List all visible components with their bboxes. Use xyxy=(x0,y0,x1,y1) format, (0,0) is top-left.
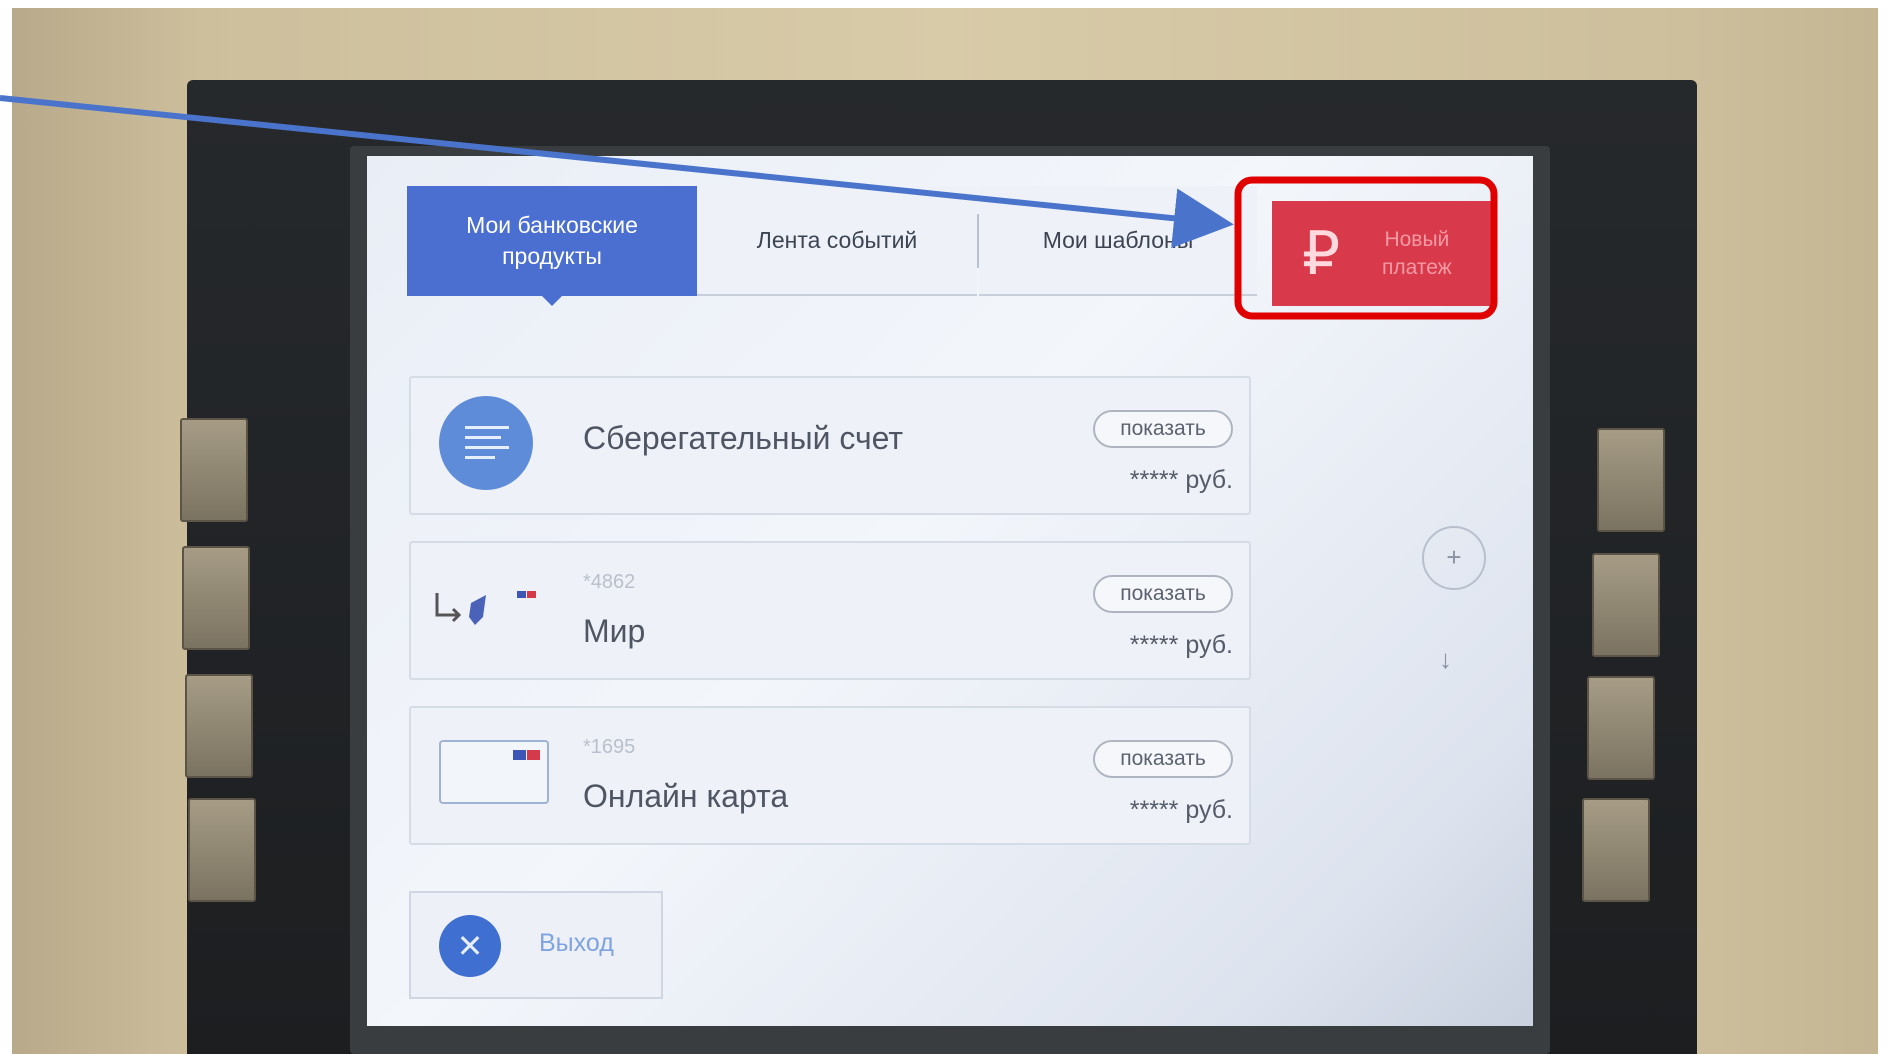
product-amount: ***** руб. xyxy=(1129,631,1233,659)
tab-label: Лента событий xyxy=(756,226,918,253)
new-payment-button[interactable]: ₽ Новый платеж xyxy=(1272,201,1497,306)
atm-side-button-right-4[interactable] xyxy=(1582,798,1650,902)
atm-side-button-right-3[interactable] xyxy=(1587,676,1655,780)
product-card-savings[interactable]: Сберегательный счет показать ***** руб. xyxy=(409,376,1251,515)
atm-side-button-left-1[interactable] xyxy=(180,418,248,522)
show-balance-button[interactable]: показать xyxy=(1093,575,1233,613)
savings-account-icon xyxy=(439,396,533,490)
tab-event-feed[interactable]: Лента событий xyxy=(697,186,977,296)
exit-label: Выход xyxy=(539,929,614,957)
product-name: Сберегательный счет xyxy=(583,420,904,456)
show-balance-button[interactable]: показать xyxy=(1093,410,1233,448)
tab-label-line2: продукты xyxy=(502,243,602,269)
atm-side-button-right-1[interactable] xyxy=(1597,428,1665,532)
product-name: Онлайн карта xyxy=(583,778,789,814)
scroll-down-icon[interactable]: ↓ xyxy=(1439,644,1452,675)
product-card-mir[interactable]: *4862 Мир показать ***** руб. xyxy=(409,541,1251,680)
product-amount: ***** руб. xyxy=(1129,466,1233,494)
tab-my-templates[interactable]: Мои шаблоны xyxy=(979,186,1257,296)
atm-side-button-left-2[interactable] xyxy=(182,546,250,650)
masked-card-number: *4862 xyxy=(583,571,636,593)
mir-card-icon xyxy=(435,591,536,625)
atm-side-button-left-3[interactable] xyxy=(185,674,253,778)
product-amount: ***** руб. xyxy=(1129,796,1233,824)
exit-button[interactable]: ✕ Выход xyxy=(409,891,663,999)
atm-side-button-left-4[interactable] xyxy=(188,798,256,902)
close-icon: ✕ xyxy=(439,915,501,977)
masked-card-number: *1695 xyxy=(583,736,636,758)
tab-label: Мои шаблоны xyxy=(1042,226,1194,253)
atm-photo: Мои банковские продукты Лента событий Мо… xyxy=(12,8,1878,1054)
atm-screen: Мои банковские продукты Лента событий Мо… xyxy=(367,156,1533,1026)
online-card-icon xyxy=(439,740,549,804)
new-payment-label-line1: Новый xyxy=(1384,227,1450,251)
product-card-online[interactable]: *1695 Онлайн карта показать ***** руб. xyxy=(409,706,1251,845)
tab-my-bank-products[interactable]: Мои банковские продукты xyxy=(407,186,697,306)
ruble-icon: ₽ xyxy=(1302,219,1341,287)
tab-bar: Мои банковские продукты Лента событий Мо… xyxy=(407,186,1257,306)
new-payment-label-line2: платеж xyxy=(1382,255,1452,279)
atm-side-button-right-2[interactable] xyxy=(1592,553,1660,657)
tab-label-line1: Мои банковские xyxy=(466,212,638,238)
show-balance-button[interactable]: показать xyxy=(1093,740,1233,778)
product-name: Мир xyxy=(583,613,646,649)
plus-icon[interactable]: + xyxy=(1422,526,1486,590)
